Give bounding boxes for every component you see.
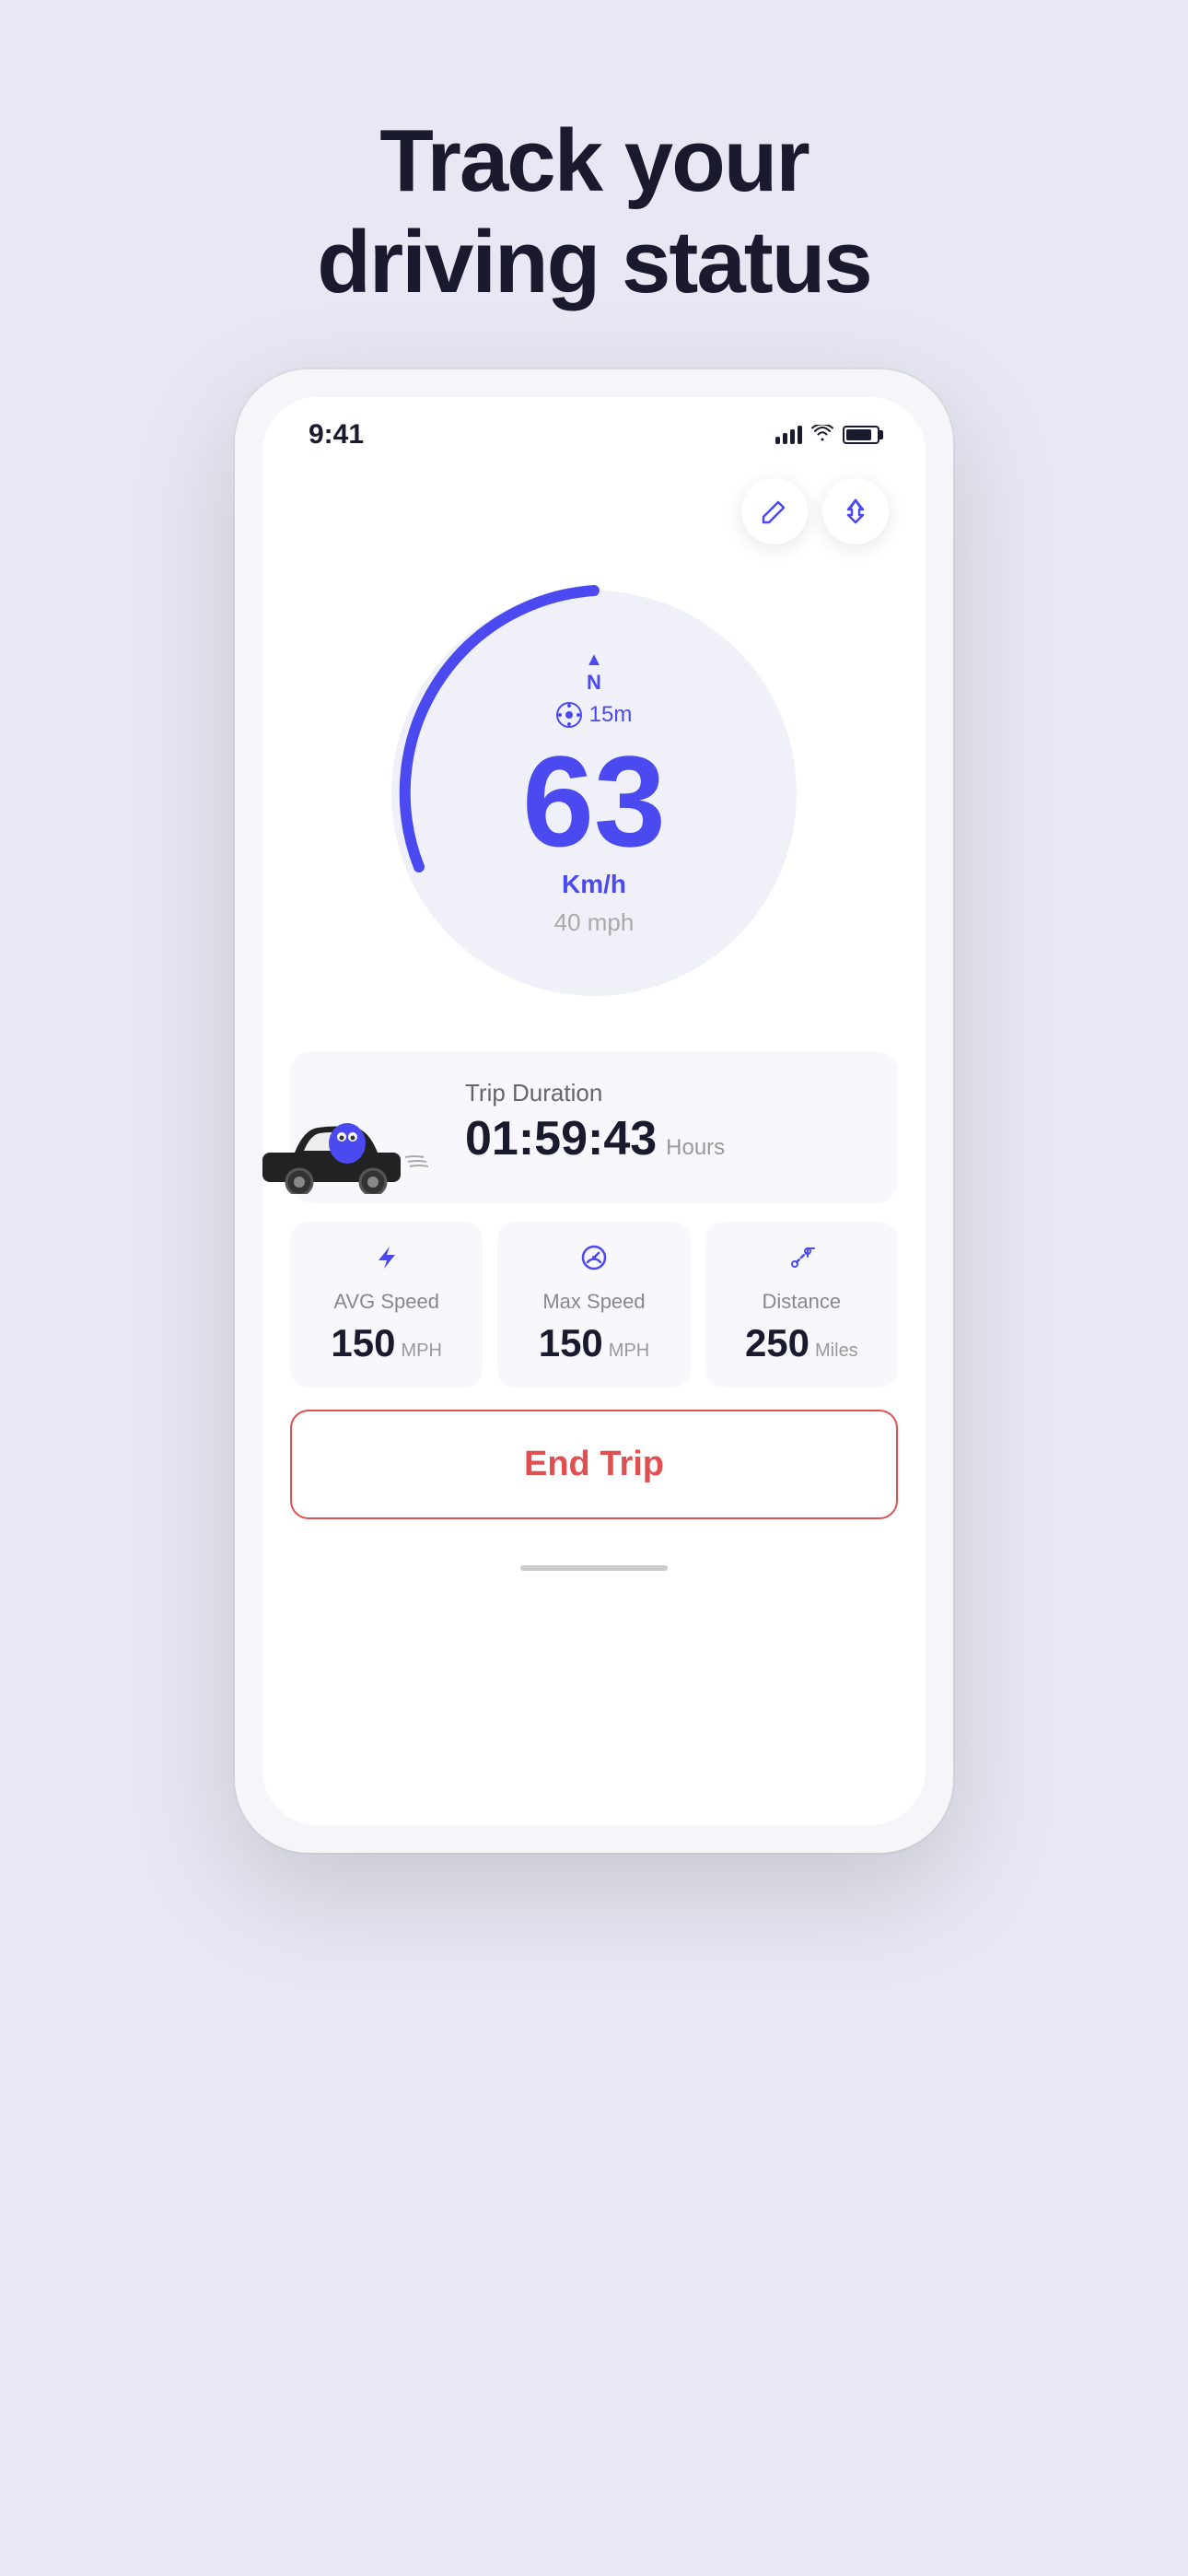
trip-duration-label: Trip Duration	[465, 1079, 602, 1107]
distance-icon	[787, 1244, 815, 1279]
car-illustration	[262, 1111, 428, 1194]
action-buttons	[262, 460, 926, 554]
avg-speed-value: 150	[331, 1321, 395, 1365]
battery-icon	[843, 426, 879, 444]
distance-unit: Miles	[815, 1341, 858, 1362]
gps-info: 15m	[556, 702, 633, 728]
speed-value: 63	[522, 737, 666, 866]
signal-icon	[775, 426, 802, 444]
avg-speed-label: AVG Speed	[333, 1290, 439, 1314]
wifi-icon	[811, 423, 833, 447]
status-bar: 9:41	[262, 397, 926, 460]
max-speed-unit: MPH	[609, 1341, 649, 1362]
home-bar	[520, 1565, 668, 1571]
status-time: 9:41	[309, 419, 364, 451]
avg-speed-card: AVG Speed 150 MPH	[290, 1222, 483, 1388]
route-button[interactable]	[822, 478, 889, 544]
stats-row: AVG Speed 150 MPH Max Speed	[290, 1222, 898, 1388]
max-speed-label: Max Speed	[542, 1290, 645, 1314]
gauge-icon	[580, 1244, 608, 1279]
max-speed-card: Max Speed 150 MPH	[497, 1222, 690, 1388]
compass-north: ▲ N	[585, 650, 603, 695]
avg-speed-unit: MPH	[401, 1341, 441, 1362]
edit-button[interactable]	[741, 478, 808, 544]
home-indicator	[262, 1547, 926, 1598]
bolt-icon	[373, 1244, 401, 1279]
phone-frame: 9:41	[235, 369, 953, 1853]
distance-label: Distance	[763, 1290, 842, 1314]
speed-mph: 40 mph	[554, 908, 635, 937]
trip-info-section: Trip Duration 01:59:43 Hours	[290, 1051, 898, 1203]
trip-duration-value: 01:59:43	[465, 1111, 657, 1166]
status-icons	[775, 423, 879, 447]
speedometer-container: ▲ N 15m 63	[262, 554, 926, 1051]
end-trip-button[interactable]: End Trip	[290, 1410, 898, 1519]
page-title: Track your driving status	[317, 111, 870, 314]
max-speed-value: 150	[539, 1321, 603, 1365]
speed-unit: Km/h	[562, 870, 626, 899]
trip-duration-suffix: Hours	[666, 1135, 725, 1161]
phone-screen: 9:41	[262, 397, 926, 1825]
distance-card: Distance 250 Miles	[705, 1222, 898, 1388]
speedometer: ▲ N 15m 63	[373, 572, 815, 1014]
distance-value: 250	[745, 1321, 809, 1365]
